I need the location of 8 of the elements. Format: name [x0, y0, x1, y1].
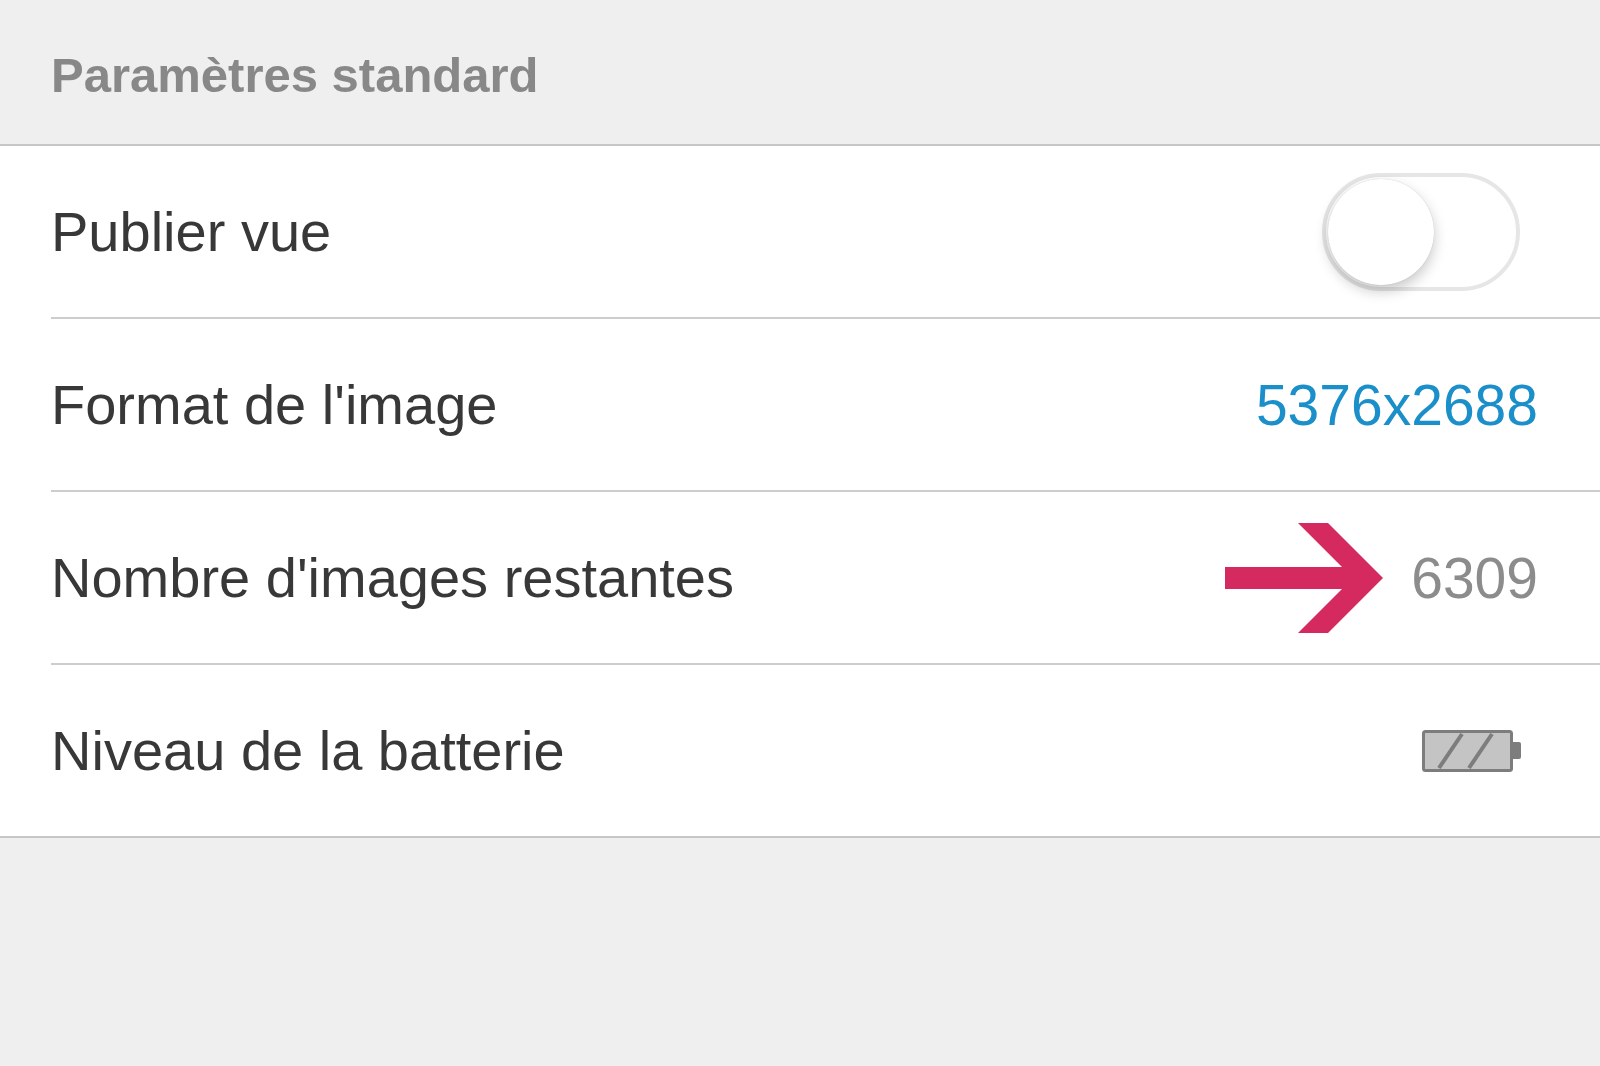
format-value-link[interactable]: 5376x2688	[1255, 371, 1538, 438]
setting-label: Format de l'image	[51, 372, 498, 437]
battery-icon	[1422, 729, 1522, 772]
section-title: Paramètres standard	[51, 47, 539, 103]
count-value: 6309	[1411, 544, 1538, 611]
setting-label: Publier vue	[51, 199, 332, 264]
setting-label: Niveau de la batterie	[51, 718, 565, 783]
setting-label: Nombre d'images restantes	[51, 545, 734, 610]
